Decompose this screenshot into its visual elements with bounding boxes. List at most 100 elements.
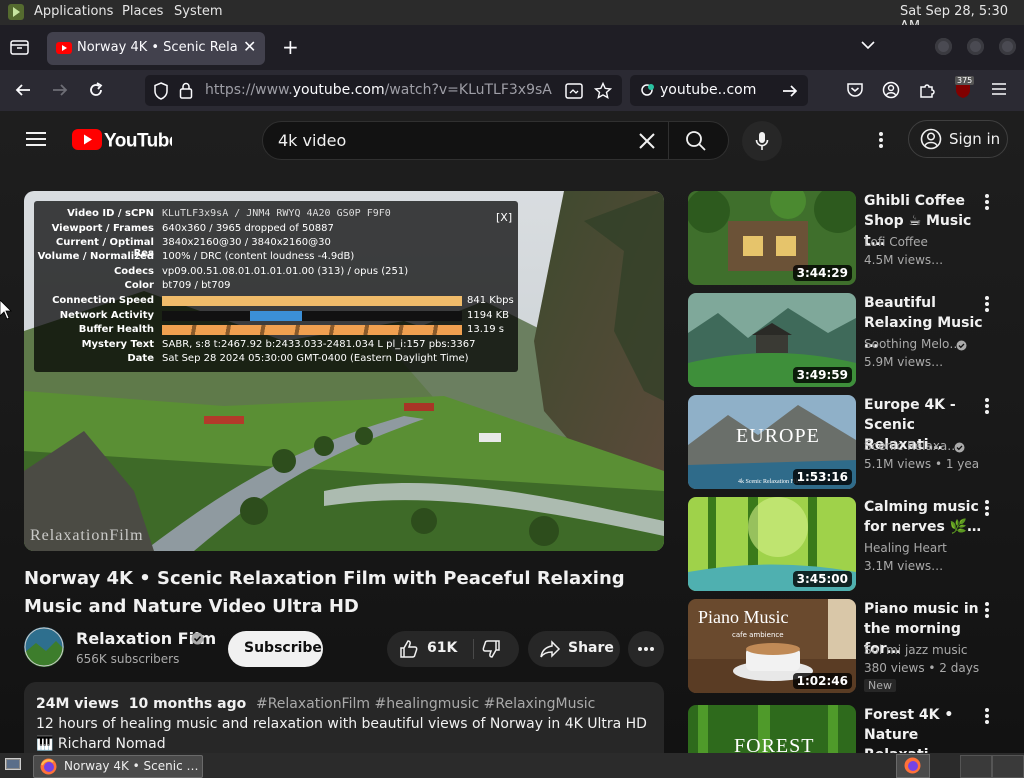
recommendation-title[interactable]: Calming music for nerves 🌿… (864, 497, 984, 537)
browser-nav-bar: https://www.youtube.com/watch?v=KLuTLF3x… (0, 70, 1024, 111)
stat-label: Network Activity (59, 310, 154, 321)
recommendation-item[interactable]: Piano Music cafe ambience 1:02:46 Piano … (688, 599, 1008, 695)
back-arrow-icon[interactable] (14, 82, 32, 98)
recommendation-channel[interactable]: Lofi Coffee (864, 235, 928, 249)
bookmark-star-icon[interactable] (594, 82, 612, 100)
channel-avatar[interactable] (24, 627, 64, 667)
account-icon[interactable] (882, 81, 900, 99)
extensions-puzzle-icon[interactable] (918, 81, 936, 99)
recommendation-thumbnail[interactable]: 3:45:00 (688, 497, 856, 591)
voice-search-button[interactable] (742, 121, 782, 161)
lock-icon[interactable] (179, 82, 193, 99)
window-close-button[interactable] (999, 38, 1016, 55)
recommendation-item[interactable]: FOREST Forest 4K • Nature Relaxati… (688, 705, 1008, 753)
recommendation-item[interactable]: 3:45:00 Calming music for nerves 🌿… Heal… (688, 497, 1008, 593)
yt-search-box[interactable]: 4k video (262, 121, 729, 160)
url-bar[interactable]: https://www.youtube.com/watch?v=KLuTLF3x… (145, 75, 622, 106)
guide-menu-icon[interactable] (26, 131, 46, 147)
user-circle-icon (920, 128, 942, 150)
stat-value: vp09.00.51.08.01.01.01.01.00 (313) / opu… (162, 266, 409, 277)
recommendation-menu-icon[interactable] (984, 295, 990, 313)
new-tab-button[interactable]: + (282, 35, 299, 59)
youtube-page: YouTube 4k video Sign in RelaxationFilm … (0, 111, 1024, 753)
like-button[interactable]: 61K (397, 631, 473, 667)
recommendation-channel[interactable]: Soothing Melo… (864, 337, 961, 351)
video-title: Norway 4K • Scenic Relaxation Film with … (24, 568, 625, 617)
recommendation-thumbnail[interactable]: 3:49:59 (688, 293, 856, 387)
pocket-icon[interactable] (846, 81, 864, 99)
search-engine-bar[interactable]: youtube..com (630, 75, 808, 106)
stat-label: Viewport / Frames (51, 223, 154, 234)
settings-kebab-icon[interactable] (878, 131, 884, 149)
workspace-3[interactable] (992, 755, 1024, 778)
show-desktop-icon[interactable] (5, 758, 21, 772)
share-button[interactable]: Share (528, 631, 620, 667)
stats-close-button[interactable]: [X] (496, 211, 512, 224)
mouse-cursor-icon (0, 300, 12, 320)
menu-applications[interactable]: Applications (34, 4, 113, 19)
duration-badge: 1:02:46 (792, 673, 852, 689)
search-divider (668, 122, 669, 159)
stat-value: 1194 KB (467, 310, 510, 321)
recommendation-menu-icon[interactable] (984, 601, 990, 619)
menu-places[interactable]: Places (122, 4, 163, 19)
recommendation-thumbnail[interactable]: 3:44:29 (688, 191, 856, 285)
recommendation-thumbnail[interactable]: FOREST (688, 705, 856, 753)
duration-badge: 3:44:29 (792, 265, 852, 281)
recommendation-meta: 3.1M views… (864, 559, 944, 573)
stat-value: KLuTLF3x9sA / JNM4 RWYQ 4A20 GS0P F9F0 (162, 208, 391, 219)
recommendation-menu-icon[interactable] (984, 397, 990, 415)
recommendation-menu-icon[interactable] (984, 193, 990, 211)
thumbs-down-icon[interactable] (481, 639, 501, 659)
recommendation-thumbnail[interactable]: EUROPE 4k Scenic Relaxation Film 1:53:16 (688, 395, 856, 489)
video-description[interactable]: 24M views 10 months ago #RelaxationFilm … (24, 682, 664, 753)
reader-view-icon[interactable] (565, 83, 583, 99)
tab-close-icon[interactable]: ✕ (243, 37, 256, 56)
recommendation-item[interactable]: 3:49:59 Beautiful Relaxing Music … Sooth… (688, 293, 1008, 389)
workspace-2[interactable] (960, 755, 992, 778)
recommendation-item[interactable]: 3:44:29 Ghibli Coffee Shop ☕ Music t… Lo… (688, 191, 1008, 287)
youtube-logo[interactable]: YouTube (72, 127, 172, 151)
recommendation-thumbnail[interactable]: Piano Music cafe ambience 1:02:46 (688, 599, 856, 693)
stat-label: Mystery Text (81, 339, 154, 350)
recommendation-channel[interactable]: Healing Heart (864, 541, 947, 555)
sign-in-button[interactable]: Sign in (908, 120, 1008, 158)
go-arrow-icon[interactable] (782, 84, 798, 98)
window-maximize-button[interactable] (967, 38, 984, 55)
menu-system[interactable]: System (174, 4, 222, 19)
channel-subscribers: 656K subscribers (76, 652, 180, 666)
search-icon[interactable] (685, 130, 707, 152)
stats-for-nerds-panel: [X] Video ID / sCPN KLuTLF3x9sA / JNM4 RW… (34, 201, 518, 372)
tab-active-youtube[interactable]: Norway 4K • Scenic Relaxati ✕ (47, 32, 265, 65)
yt-search-input[interactable]: 4k video (278, 131, 346, 150)
search-engine-text: youtube..com (660, 82, 757, 98)
stat-label: Volume / Normalized (37, 251, 154, 262)
recommendation-title[interactable]: Forest 4K • Nature Relaxati… (864, 705, 984, 753)
forward-arrow-icon[interactable] (51, 82, 69, 98)
reload-icon[interactable] (87, 81, 105, 99)
hamburger-menu-icon[interactable] (991, 82, 1007, 96)
tab-list-chevron-icon[interactable] (860, 39, 876, 51)
tracking-shield-icon[interactable] (153, 82, 169, 100)
recommendation-channel[interactable]: Sol mi jazz music (864, 643, 968, 657)
thumbs-up-icon (399, 639, 419, 659)
recommendation-menu-icon[interactable] (984, 499, 990, 517)
subscribe-button[interactable]: Subscribe (228, 631, 323, 667)
more-horizontal-icon (637, 646, 655, 652)
recommendation-channel[interactable]: Scenic Relaxa… (864, 439, 959, 453)
hashtags[interactable]: #RelaxationFilm #healingmusic #RelaxingM… (256, 696, 595, 712)
window-minimize-button[interactable] (935, 38, 952, 55)
clear-search-icon[interactable] (637, 131, 657, 151)
verified-check-icon (191, 632, 204, 645)
system-menu-icon[interactable] (8, 4, 24, 20)
connection-speed-graph (162, 296, 462, 306)
tab-overview-icon[interactable] (10, 38, 30, 56)
more-actions-button[interactable] (628, 631, 664, 667)
stat-value: 100% / DRC (content loudness -4.9dB) (162, 251, 355, 262)
recommendation-menu-icon[interactable] (984, 707, 990, 725)
description-line: 🎹 Richard Nomad (36, 736, 166, 752)
taskbar-window-button[interactable]: Norway 4K • Scenic … (33, 755, 203, 778)
workspace-switcher[interactable] (896, 754, 930, 778)
url-text[interactable]: https://www.youtube.com/watch?v=KLuTLF3x… (205, 82, 552, 98)
recommendation-item[interactable]: EUROPE 4k Scenic Relaxation Film 1:53:16… (688, 395, 1008, 491)
